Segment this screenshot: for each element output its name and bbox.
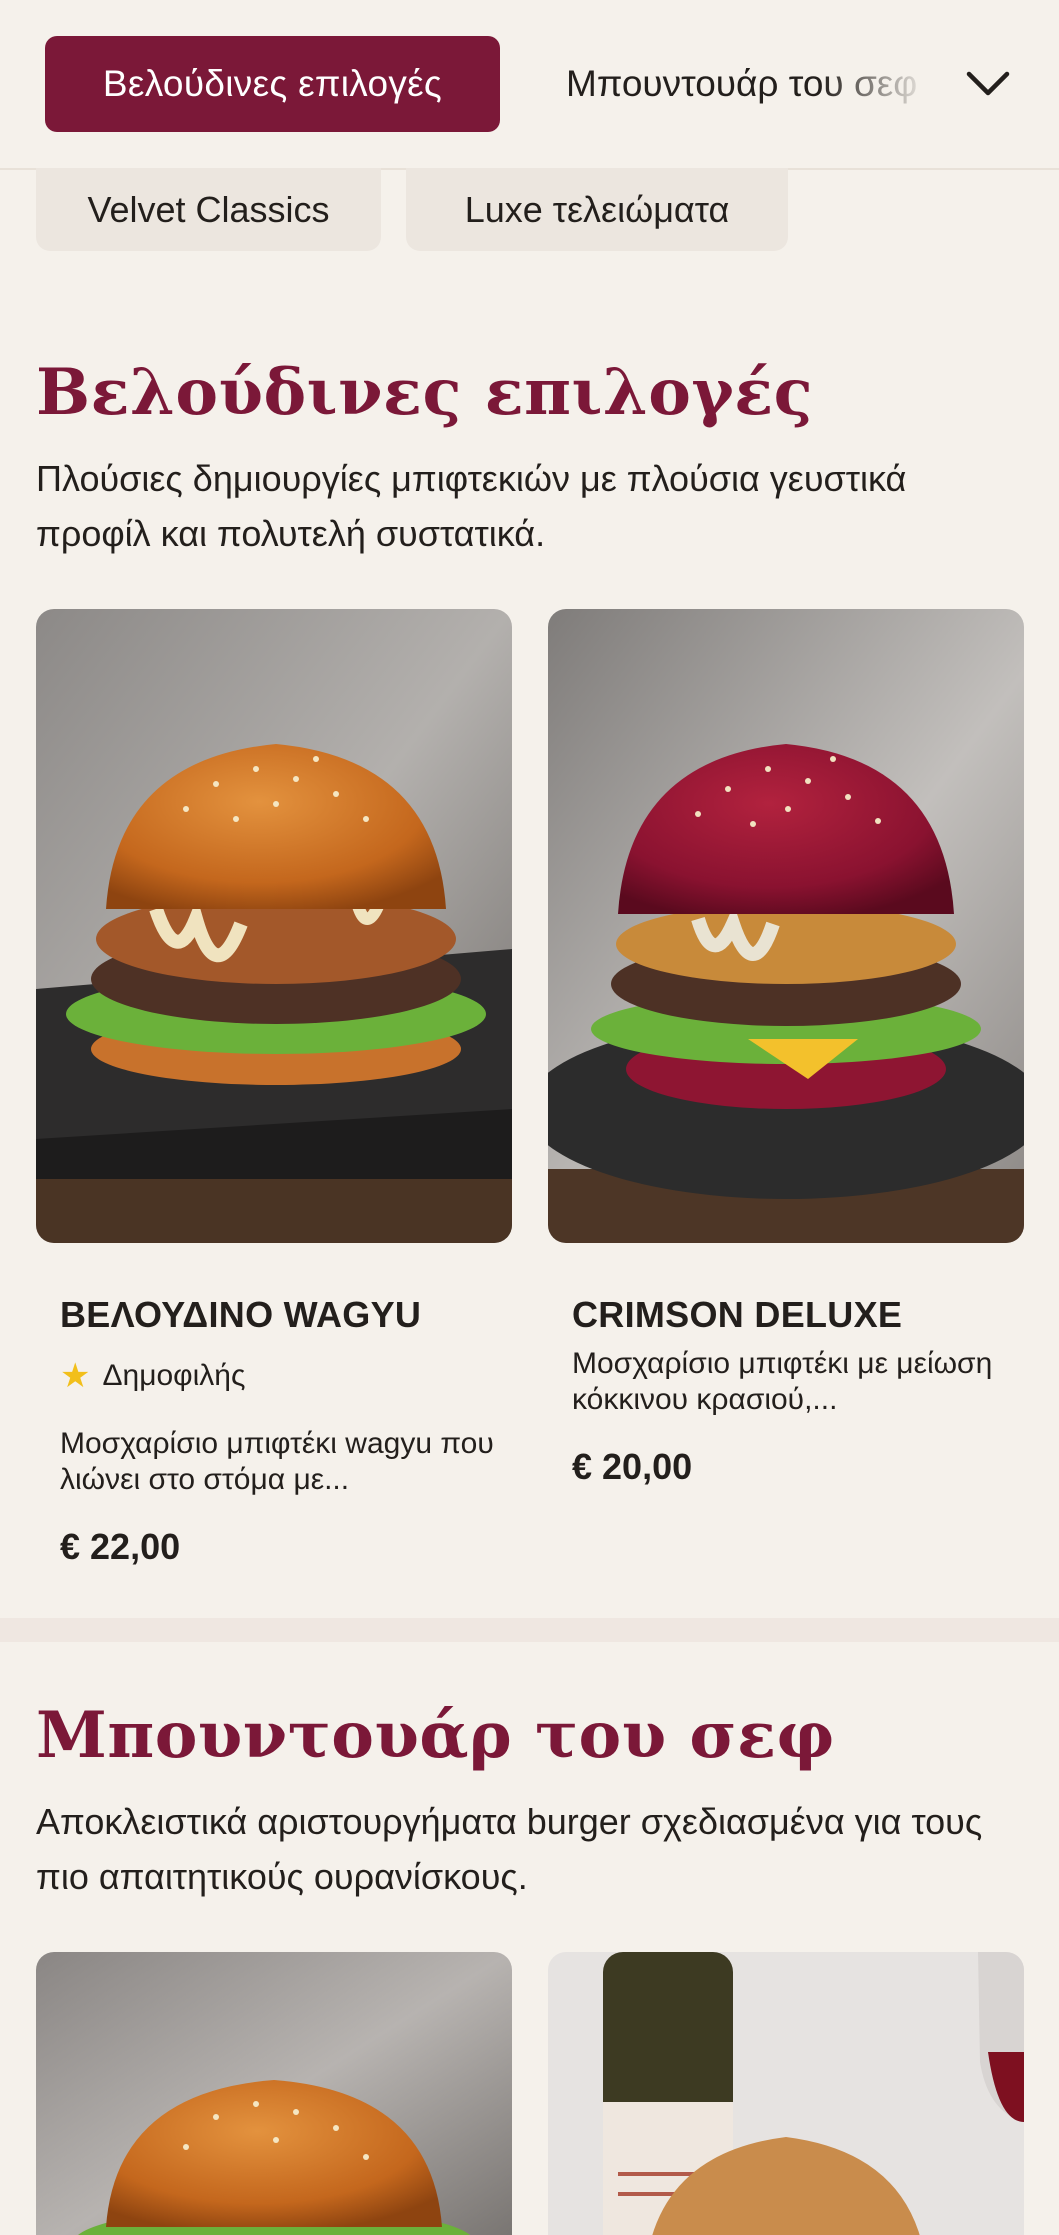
product-name[interactable]: ΒΕΛΟΥΔΙΝΟ WAGYU: [60, 1294, 421, 1336]
section-description: Αποκλειστικά αριστουργήματα burger σχεδι…: [36, 1801, 983, 1897]
badge-label: Δημοφιλής: [102, 1359, 246, 1392]
section-divider: [0, 1618, 1059, 1642]
product-description: Μοσχαρίσιο μπιφτέκι με μείωση κόκκινου κ…: [572, 1347, 993, 1416]
product-image-velvet-wagyu[interactable]: [36, 609, 512, 1243]
popular-badge: ★ Δημοφιλής: [60, 1356, 245, 1396]
product-image-chef-burger[interactable]: [36, 1952, 512, 2235]
section-title: Μπουντουάρ του σεφ: [36, 1698, 835, 1773]
chip-luxe-finishes[interactable]: Luxe τελειώματα: [406, 168, 788, 251]
section-title: Βελούδινες επιλογές: [36, 355, 814, 430]
product-price: € 22,00: [60, 1526, 181, 1567]
chevron-down-icon[interactable]: [960, 56, 1016, 112]
section-description: Πλούσιες δημιουργίες μπιφτεκιών με πλούσ…: [36, 458, 907, 554]
chip-velvet-classics[interactable]: Velvet Classics: [36, 168, 381, 251]
tab-velvet-choices[interactable]: Βελούδινες επιλογές: [45, 36, 500, 132]
product-name[interactable]: CRIMSON DELUXE: [572, 1294, 902, 1336]
product-description: Μοσχαρίσιο μπιφτέκι wagyu που λιώνει στο…: [60, 1427, 494, 1496]
category-nav: Βελούδινες επιλογές Μπουντουάρ του σεφ: [0, 0, 1059, 170]
product-image-crimson-deluxe[interactable]: [548, 609, 1024, 1243]
tab-scroll-fade: [820, 36, 950, 132]
star-icon: ★: [60, 1357, 91, 1395]
product-price: € 20,00: [572, 1446, 693, 1487]
product-image-wine-burger[interactable]: [548, 1952, 1024, 2235]
